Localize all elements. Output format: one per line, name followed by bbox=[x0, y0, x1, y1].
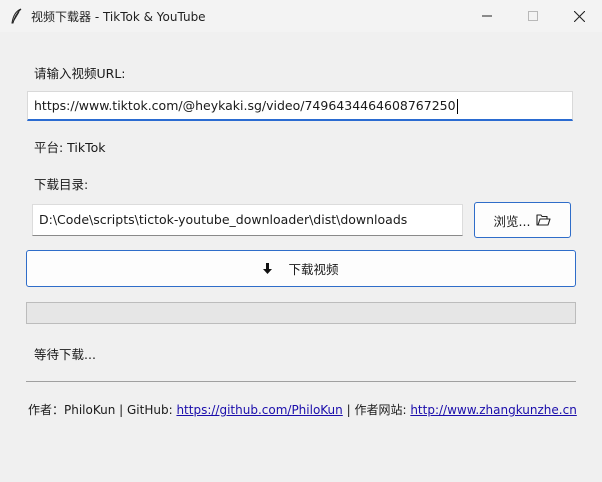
feather-icon bbox=[11, 8, 22, 24]
platform-label: 平台: TikTok bbox=[34, 140, 106, 155]
text-caret bbox=[456, 99, 458, 114]
status-text: 等待下载... bbox=[34, 347, 96, 362]
download-progress-bar bbox=[26, 302, 576, 324]
url-value: https://www.tiktok.com/@heykaki.sg/video… bbox=[34, 98, 456, 113]
minimize-button[interactable] bbox=[464, 0, 510, 32]
footer-author: 作者：PhiloKun | GitHub: bbox=[28, 403, 177, 417]
browse-label: 浏览... bbox=[493, 213, 531, 229]
download-dir-input[interactable]: D:\Code\scripts\tictok-youtube_downloade… bbox=[32, 204, 463, 236]
maximize-icon bbox=[528, 11, 538, 21]
window-title: 视频下载器 - TikTok & YouTube bbox=[31, 10, 206, 24]
dir-label: 下载目录: bbox=[34, 177, 89, 192]
github-link[interactable]: https://github.com/PhiloKun bbox=[176, 403, 342, 417]
url-label: 请输入视频URL: bbox=[34, 66, 126, 81]
website-link[interactable]: http://www.zhangkunzhe.cn bbox=[410, 403, 577, 417]
footer-site-label: | 作者网站: bbox=[342, 403, 411, 417]
url-input[interactable]: https://www.tiktok.com/@heykaki.sg/video… bbox=[27, 91, 573, 121]
footer-separator bbox=[26, 381, 576, 382]
download-button[interactable]: 下载视频 bbox=[26, 250, 576, 287]
download-arrow-icon bbox=[263, 262, 273, 274]
title-bar: 视频下载器 - TikTok & YouTube bbox=[0, 0, 602, 32]
footer: 作者：PhiloKun | GitHub: https://github.com… bbox=[28, 401, 577, 418]
close-button[interactable] bbox=[556, 0, 602, 32]
close-icon bbox=[573, 10, 585, 22]
minimize-icon bbox=[482, 15, 492, 17]
browse-button[interactable]: 浏览... bbox=[474, 202, 571, 238]
folder-open-icon bbox=[536, 214, 552, 226]
download-label: 下载视频 bbox=[288, 262, 339, 277]
maximize-button[interactable] bbox=[510, 0, 556, 32]
download-dir-value: D:\Code\scripts\tictok-youtube_downloade… bbox=[39, 212, 408, 227]
